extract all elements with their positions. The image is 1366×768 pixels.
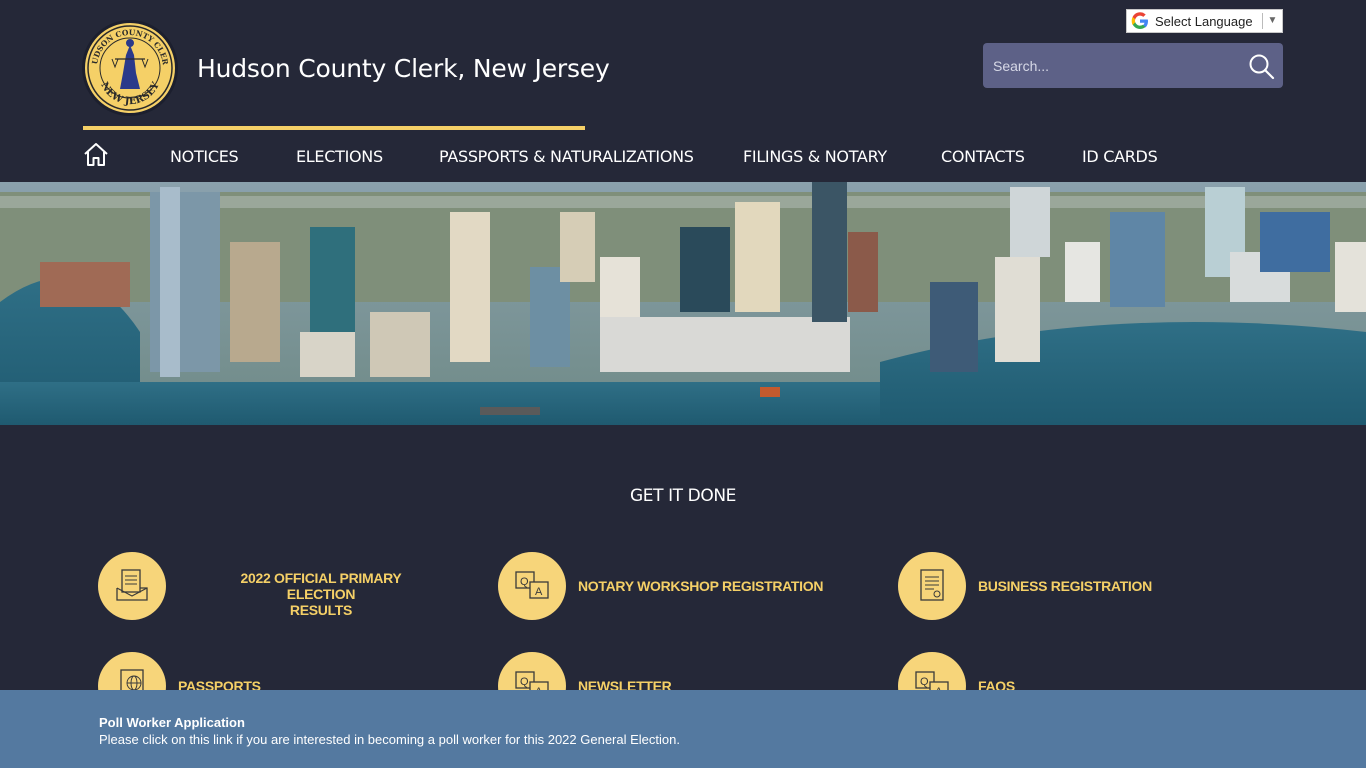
nav-item-filings-notary[interactable]: FILINGS & NOTARY xyxy=(743,147,887,166)
tile-label-line1: 2022 OFFICIAL PRIMARY ELECTION xyxy=(240,570,402,602)
banner-text[interactable]: Please click on this link if you are int… xyxy=(99,732,680,747)
tile-business-registration[interactable]: BUSINESS REGISTRATION xyxy=(898,552,1258,622)
tile-icon-circle: Q A xyxy=(498,552,566,620)
poll-worker-banner[interactable]: Poll Worker Application Please click on … xyxy=(0,690,1366,768)
tile-label: BUSINESS REGISTRATION xyxy=(978,578,1152,594)
tile-icon-circle xyxy=(898,552,966,620)
nav-item-notices[interactable]: NOTICES xyxy=(170,147,239,166)
qa-icon: Q A xyxy=(515,571,549,599)
ballot-icon xyxy=(116,569,148,601)
search-input[interactable] xyxy=(983,43,1233,88)
nav-item-contacts[interactable]: CONTACTS xyxy=(941,147,1025,166)
site-header: HUDSON COUNTY CLERK NEW JERSEY Hudson Co… xyxy=(0,0,1366,182)
nav-item-passports-naturalizations[interactable]: PASSPORTS & NATURALIZATIONS xyxy=(439,147,694,166)
hero-city-skyline-image xyxy=(0,182,1366,425)
dropdown-arrow-icon: ▼ xyxy=(1262,13,1282,29)
county-seal-logo[interactable]: HUDSON COUNTY CLERK NEW JERSEY xyxy=(82,20,178,116)
tile-label: NOTARY WORKSHOP REGISTRATION xyxy=(578,578,824,594)
tile-label-line2: RESULTS xyxy=(289,602,353,618)
svg-text:Q: Q xyxy=(520,676,529,688)
tile-primary-election-results[interactable]: 2022 OFFICIAL PRIMARY ELECTION RESULTS xyxy=(98,552,458,622)
tile-icon-circle xyxy=(98,552,166,620)
language-label: Select Language xyxy=(1155,13,1253,29)
svg-text:Q: Q xyxy=(520,576,529,588)
svg-text:A: A xyxy=(535,586,543,598)
title-divider xyxy=(83,126,585,130)
main-nav: NOTICES ELECTIONS PASSPORTS & NATURALIZA… xyxy=(0,138,1366,176)
banner-title[interactable]: Poll Worker Application xyxy=(99,715,245,730)
site-title[interactable]: Hudson County Clerk, New Jersey xyxy=(197,54,610,83)
tile-notary-workshop-registration[interactable]: Q A NOTARY WORKSHOP REGISTRATION xyxy=(498,552,858,622)
google-icon xyxy=(1131,12,1148,29)
nav-item-id-cards[interactable]: ID CARDS xyxy=(1082,147,1158,166)
svg-text:Q: Q xyxy=(920,676,929,688)
section-title-get-it-done: GET IT DONE xyxy=(629,486,737,506)
language-selector[interactable]: Select Language ▼ xyxy=(1126,9,1283,33)
search-icon[interactable] xyxy=(1247,52,1275,80)
search-box xyxy=(983,43,1283,88)
home-icon[interactable] xyxy=(83,141,109,167)
nav-item-elections[interactable]: ELECTIONS xyxy=(296,147,383,166)
certificate-icon xyxy=(920,569,944,601)
